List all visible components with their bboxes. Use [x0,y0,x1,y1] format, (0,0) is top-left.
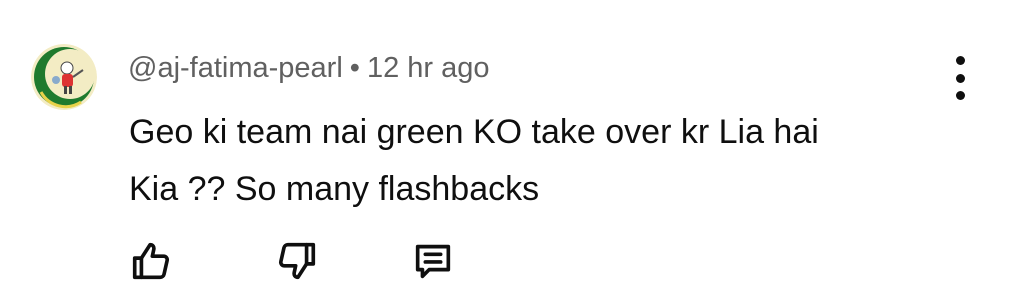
meta-separator: • [349,52,360,84]
author-name[interactable]: @aj-fatima-pearl [128,52,343,84]
menu-dot [955,91,965,100]
menu-dot [955,73,965,83]
thumbs-up-icon [132,242,170,280]
comment-text-line: Geo ki team nai green KO take over kr Li… [129,113,819,151]
comment-text: Geo ki team nai green KO take over kr Li… [129,104,909,218]
thumbs-down-icon [278,242,316,280]
menu-dot [955,56,965,65]
like-button[interactable] [126,236,176,286]
comment-thread-item: @aj-fatima-pearl • 12 hr ago Geo ki team n… [0,0,1024,302]
avatar[interactable] [31,44,97,110]
more-vertical-icon[interactable] [940,56,980,100]
comment-text-line: Kia ?? So many flashbacks [129,170,540,208]
comment-timestamp[interactable]: 12 hr ago [367,52,490,84]
dislike-button[interactable] [272,236,322,286]
avatar-image [31,44,97,110]
comment-header: @aj-fatima-pearl • 12 hr ago [128,50,489,86]
reply-button[interactable] [408,236,458,286]
comment-reply-icon [415,244,451,279]
